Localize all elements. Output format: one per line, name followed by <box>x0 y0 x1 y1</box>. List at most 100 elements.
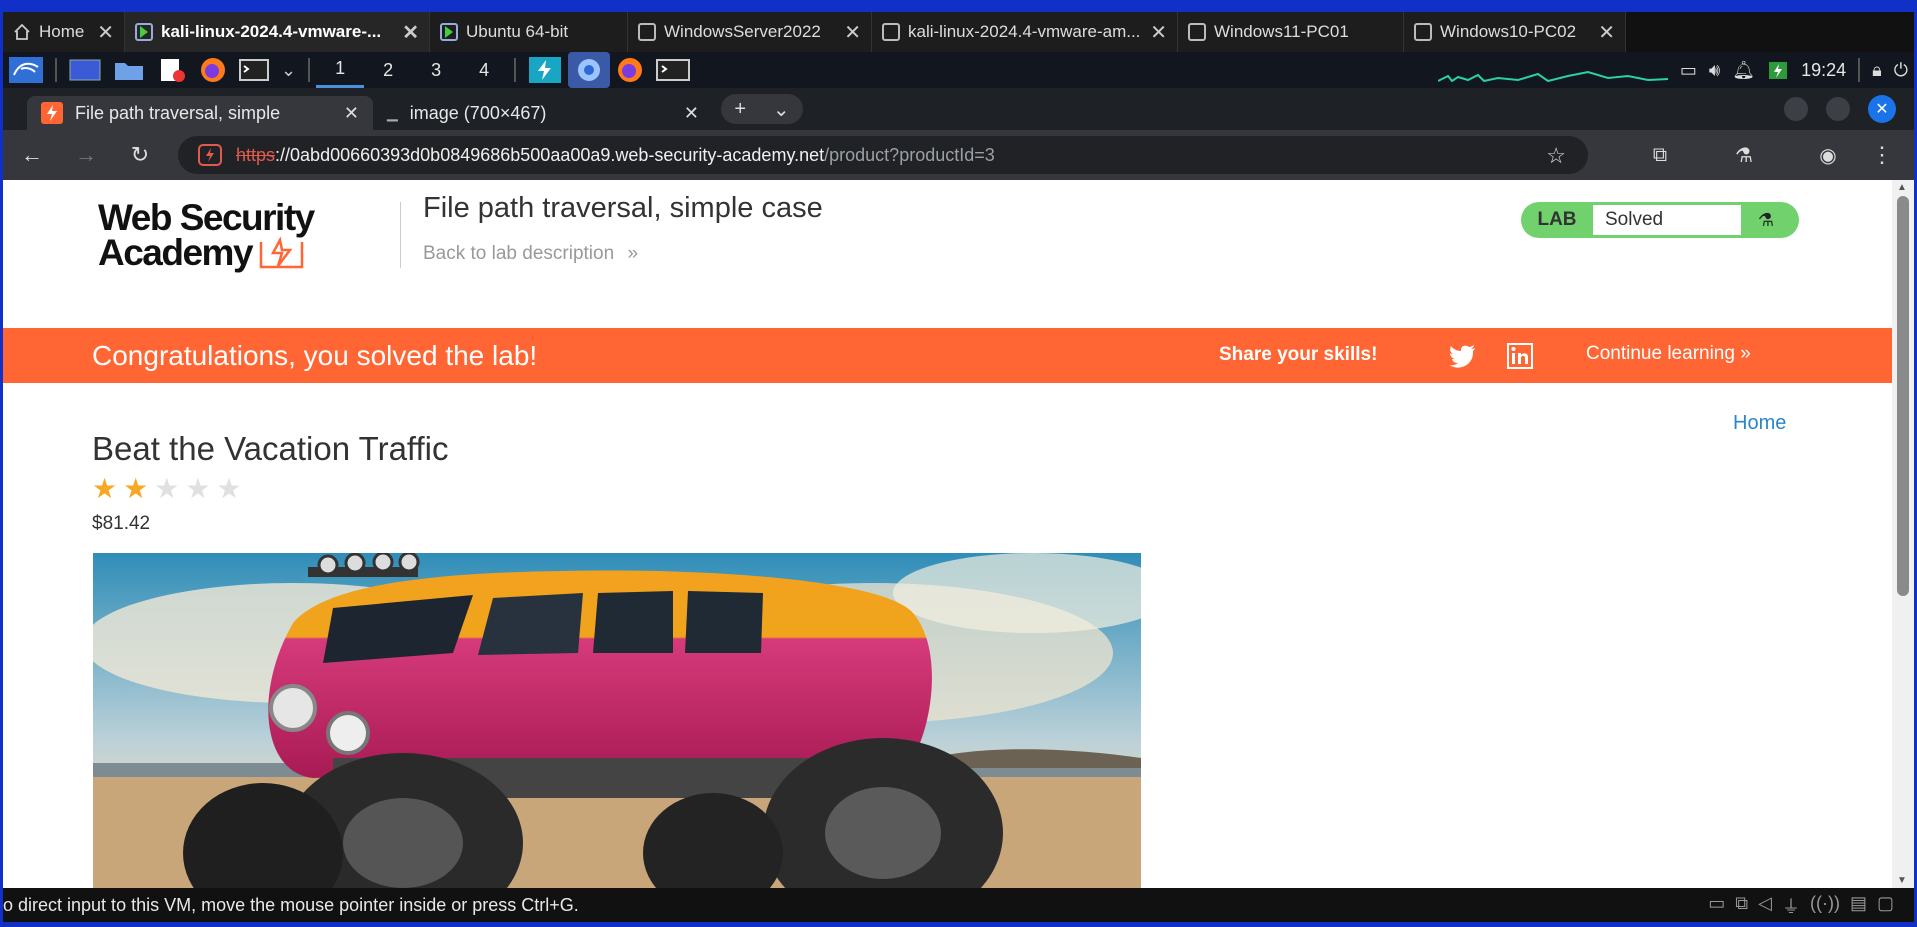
close-icon[interactable]: ✕ <box>1150 20 1167 45</box>
scrollbar-thumb[interactable] <box>1897 196 1909 596</box>
tab-list-chevron-icon[interactable]: ⌄ <box>773 97 790 122</box>
home-link[interactable]: Home <box>1733 412 1786 435</box>
message-log-icon[interactable]: ▢ <box>1877 893 1894 919</box>
portswigger-favicon-icon <box>41 102 63 124</box>
vm-tab-windowsserver[interactable]: WindowsServer2022 ✕ <box>628 12 872 52</box>
close-icon[interactable]: ✕ <box>97 20 114 45</box>
url-path: /product?productId=3 <box>824 144 995 165</box>
show-desktop-icon[interactable] <box>63 52 107 88</box>
share-label: Share your skills! <box>1219 344 1378 365</box>
chevron-down-icon[interactable]: ⌄ <box>275 52 302 88</box>
page-scrollbar[interactable]: ▲ ▼ <box>1892 180 1914 888</box>
panel-separator <box>308 58 311 82</box>
star-filled-icon: ★ <box>92 473 118 504</box>
product-name: Beat the Vacation Traffic <box>92 430 449 467</box>
lock-icon[interactable]: 🔒︎ <box>1866 52 1888 88</box>
continue-learning-link[interactable]: Continue learning » <box>1586 343 1751 365</box>
power-icon[interactable]: ⏻ <box>1888 52 1914 88</box>
workspace-3[interactable]: 3 <box>412 52 460 88</box>
close-tab-icon[interactable]: ✕ <box>344 103 359 124</box>
terminal-task-icon[interactable] <box>650 52 696 88</box>
close-window-button[interactable]: ✕ <box>1868 95 1896 123</box>
menu-kebab-icon[interactable]: ⋮ <box>1865 138 1899 172</box>
tab-file-path-traversal[interactable]: File path traversal, simple ✕ <box>27 96 373 130</box>
kali-menu-icon[interactable] <box>3 52 49 88</box>
bell-icon[interactable]: 🔔︎ <box>1726 52 1761 88</box>
vm-tab-label: kali-linux-2024.4-vmware-am... <box>908 22 1141 41</box>
clock[interactable]: 19:24 <box>1795 52 1852 88</box>
minimize-button[interactable] <box>1784 97 1808 121</box>
twitter-icon[interactable] <box>1449 344 1477 368</box>
terminal-icon[interactable] <box>233 52 275 88</box>
product-price: $81.42 <box>92 513 151 534</box>
window-icon[interactable]: ▭ <box>1674 52 1703 88</box>
workspace-4[interactable]: 4 <box>460 52 508 88</box>
workspace-1[interactable]: 1 <box>316 52 365 88</box>
workspace-2[interactable]: 2 <box>364 52 412 88</box>
scroll-up-icon[interactable]: ▲ <box>1897 182 1907 193</box>
usb-icon[interactable]: ⏚ <box>1782 893 1800 919</box>
logo-line1: Web Security <box>98 197 315 238</box>
url-host: ://0abd00660393d0b0849686b500aa00a9.web-… <box>275 144 825 165</box>
vm-running-icon <box>440 23 458 41</box>
chromium-task-icon[interactable] <box>568 52 611 88</box>
web-page: Web Security Academy File path traversal… <box>3 180 1892 888</box>
vm-tab-windows10[interactable]: Windows10-PC02 ✕ <box>1404 12 1626 52</box>
product-image <box>93 553 1141 888</box>
forward-icon[interactable]: → <box>69 138 103 172</box>
firefox-task-icon[interactable] <box>610 52 650 88</box>
header-divider <box>400 202 401 268</box>
academy-logo[interactable]: Web Security Academy <box>98 197 398 280</box>
vm-tab-bar: Home ✕ kali-linux-2024.4-vmware-... ✕ Ub… <box>3 12 1914 52</box>
lab-flask-icon: ⚗ <box>1757 209 1775 230</box>
maximize-button[interactable] <box>1826 97 1850 121</box>
file-manager-icon[interactable] <box>107 52 151 88</box>
home-icon <box>14 23 30 40</box>
vm-tab-home[interactable]: Home ✕ <box>3 12 125 52</box>
back-to-lab-link[interactable]: Back to lab description » <box>423 243 638 265</box>
kali-panel: ⌄ 1 2 3 4 ▭ 🔊︎ 🔔︎ 19:24 🔒︎ ⏻ <box>3 52 1914 88</box>
close-icon[interactable]: ✕ <box>402 20 419 45</box>
star-empty-icon: ★ <box>154 473 180 504</box>
vm-icon <box>882 23 900 41</box>
bookmark-star-icon[interactable]: ☆ <box>1546 143 1566 169</box>
close-icon[interactable]: ✕ <box>1598 20 1615 45</box>
close-icon[interactable]: ✕ <box>844 20 861 45</box>
battery-icon[interactable] <box>1761 52 1795 88</box>
network-graph <box>1432 52 1674 88</box>
image-favicon-icon: ▁ <box>387 104 398 121</box>
status-message: o direct input to this VM, move the mous… <box>3 894 579 915</box>
vm-tab-windows11[interactable]: Windows11-PC01 <box>1178 12 1404 52</box>
network-adapter-icon[interactable]: ⧉ <box>1735 893 1748 919</box>
scroll-down-icon[interactable]: ▼ <box>1897 875 1907 886</box>
volume-icon[interactable]: 🔊︎ <box>1703 52 1726 88</box>
text-editor-icon[interactable] <box>151 52 193 88</box>
vm-tab-ubuntu[interactable]: Ubuntu 64-bit <box>430 12 628 52</box>
new-tab-icon[interactable]: + <box>734 98 746 121</box>
logo-bolt-icon <box>259 235 304 268</box>
extensions-icon[interactable]: ⧉ <box>1643 138 1677 172</box>
linkedin-icon[interactable] <box>1507 343 1533 369</box>
address-bar[interactable]: https://0abd00660393d0b0849686b500aa00a9… <box>178 136 1588 174</box>
vm-tab-kali[interactable]: kali-linux-2024.4-vmware-... ✕ <box>125 12 430 52</box>
printer-icon[interactable]: ▤ <box>1850 893 1867 919</box>
not-secure-icon <box>198 144 222 166</box>
vm-tab-label: kali-linux-2024.4-vmware-... <box>161 22 382 41</box>
back-icon[interactable]: ← <box>15 138 49 172</box>
hard-disk-icon[interactable]: ▭ <box>1708 893 1725 919</box>
labs-flask-icon[interactable]: ⚗ <box>1727 138 1761 172</box>
reload-icon[interactable]: ↻ <box>123 138 157 172</box>
vm-running-icon <box>135 23 153 41</box>
wireless-icon[interactable]: ((·)) <box>1810 893 1840 919</box>
burpsuite-task-icon[interactable] <box>522 52 568 88</box>
close-tab-icon[interactable]: ✕ <box>684 103 699 124</box>
lab-status-widget[interactable]: LAB Solved ⚗ <box>1521 202 1799 238</box>
tab-image[interactable]: ▁ image (700×467) ✕ <box>373 96 713 130</box>
sound-card-icon[interactable]: ◁ <box>1758 893 1772 919</box>
profile-icon[interactable]: ◉ <box>1811 138 1845 172</box>
panel-separator <box>514 58 517 82</box>
firefox-icon[interactable] <box>193 52 233 88</box>
continue-learning-label: Continue learning <box>1586 343 1735 364</box>
panel-separator <box>55 58 57 82</box>
vm-tab-kali-2[interactable]: kali-linux-2024.4-vmware-am... ✕ <box>872 12 1178 52</box>
